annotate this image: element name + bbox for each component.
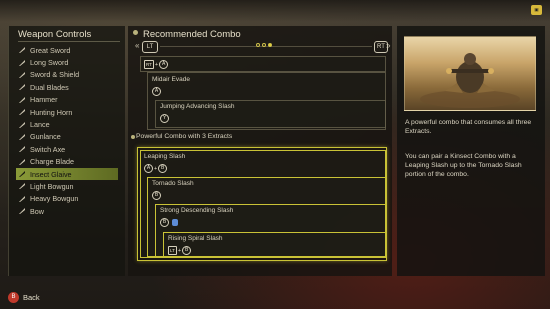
- weapon-item[interactable]: Sword & Shield: [16, 69, 118, 81]
- y-button-icon: Y: [160, 114, 169, 123]
- top-bar: [0, 0, 550, 22]
- light-bowgun-icon: [18, 182, 26, 190]
- combo-input: Y: [160, 114, 169, 123]
- b-button-icon: B: [182, 246, 192, 255]
- weapon-item[interactable]: Gunlance: [16, 131, 118, 143]
- weapon-item[interactable]: Lance: [16, 118, 118, 130]
- combo-input: RT + A: [144, 60, 169, 69]
- lt-prev-button[interactable]: LT: [142, 41, 158, 53]
- dual-blades-icon: [18, 83, 26, 91]
- b-button-icon: B: [158, 164, 168, 173]
- hammer-icon: [18, 96, 26, 104]
- heavy-bowgun-icon: [18, 195, 26, 203]
- notification-icon[interactable]: ▣: [531, 5, 542, 15]
- weapon-item[interactable]: Bow: [16, 205, 118, 217]
- kinsect-icon: [172, 219, 178, 226]
- combo-step-label: Rising Spiral Slash: [168, 235, 223, 242]
- rt-button-icon: RT: [144, 60, 154, 69]
- page-dot: [268, 43, 272, 47]
- chevron-right-icon: »: [386, 41, 391, 50]
- weapon-item[interactable]: Great Sword: [16, 44, 118, 56]
- weapon-item-label: Hammer: [30, 95, 58, 105]
- combo-preview-image: [404, 36, 536, 111]
- b-button-icon: B: [160, 218, 169, 227]
- weapon-item[interactable]: Heavy Bowgun: [16, 193, 118, 205]
- weapon-item-label: Charge Blade: [30, 157, 74, 167]
- weapon-item-label: Sword & Shield: [30, 70, 80, 80]
- page-dot: [262, 43, 266, 47]
- insect-glaive-icon: [18, 170, 26, 178]
- weapon-item[interactable]: Dual Blades: [16, 81, 118, 93]
- charge-blade-icon: [18, 158, 26, 166]
- combo-input: B: [152, 191, 161, 200]
- weapon-item-label: Heavy Bowgun: [30, 194, 79, 204]
- hunting-horn-icon: [18, 108, 26, 116]
- weapon-item-label: Great Sword: [30, 45, 71, 55]
- combo-description-2: You can pair a Kinsect Combo with a Leap…: [405, 153, 522, 178]
- b-button-icon: B: [152, 191, 161, 200]
- weapon-item[interactable]: Switch Axe: [16, 143, 118, 155]
- combo-description-1: A powerful combo that consumes all three…: [405, 119, 532, 135]
- page-dot: [256, 43, 260, 47]
- weapon-item[interactable]: Charge Blade: [16, 156, 118, 168]
- divider: [18, 41, 120, 42]
- weapon-item[interactable]: Hunting Horn: [16, 106, 118, 118]
- combo-input: A: [152, 87, 161, 96]
- hunter-preview-illustration: [420, 53, 520, 108]
- chevron-left-icon: «: [135, 41, 140, 50]
- combo-step-label: Leaping Slash: [144, 153, 186, 160]
- lt-button-icon: LT: [168, 246, 177, 255]
- long-sword-icon: [18, 59, 26, 67]
- combo-step-label: Jumping Advancing Slash: [160, 103, 235, 110]
- sword-shield-icon: [18, 71, 26, 79]
- weapon-item-label: Light Bowgun: [30, 181, 74, 191]
- plus-sign: +: [154, 61, 159, 68]
- weapon-item[interactable]: Light Bowgun: [16, 180, 118, 192]
- weapon-item-label: Lance: [30, 120, 50, 130]
- panel-title: Weapon Controls: [18, 29, 92, 40]
- weapon-item-label: Bow: [30, 206, 44, 216]
- plus-sign: +: [177, 247, 182, 254]
- weapon-item-label: Long Sword: [30, 58, 69, 68]
- combo-step-box: [140, 56, 386, 72]
- weapon-item-label: Dual Blades: [30, 82, 69, 92]
- title-bullet-icon: [133, 30, 138, 35]
- combo-step-label: Tornado Slash: [152, 180, 194, 187]
- combo-panel-title: Recommended Combo: [143, 29, 241, 40]
- weapon-item[interactable]: Long Sword: [16, 56, 118, 68]
- section-title: Powerful Combo with 3 Extracts: [136, 133, 233, 140]
- weapon-list: Great Sword Long Sword Sword & Shield Dual …: [16, 44, 118, 217]
- weapon-item-label: Switch Axe: [30, 144, 66, 154]
- plus-sign: +: [154, 165, 158, 172]
- b-button-icon: B: [8, 292, 19, 303]
- weapon-item[interactable]: Insect Glaive: [16, 167, 118, 181]
- switch-axe-icon: [18, 145, 26, 153]
- gunlance-icon: [18, 133, 26, 141]
- great-sword-icon: [18, 46, 26, 54]
- combo-input: B: [160, 218, 178, 227]
- section-bullet-icon: [131, 135, 135, 139]
- a-button-icon: A: [152, 87, 161, 96]
- combo-step-label: Midair Evade: [152, 76, 190, 83]
- back-label: Back: [23, 293, 40, 302]
- weapon-item[interactable]: Hammer: [16, 94, 118, 106]
- a-button-icon: A: [159, 60, 169, 69]
- page-indicator: [256, 43, 272, 47]
- combo-step-label: Strong Descending Slash: [160, 207, 234, 214]
- bow-icon: [18, 207, 26, 215]
- weapon-item-label: Hunting Horn: [30, 107, 73, 117]
- combo-input: LT + B: [168, 246, 192, 255]
- combo-input: A + B: [144, 164, 168, 173]
- weapon-item-label: Insect Glaive: [30, 169, 72, 179]
- back-button[interactable]: B Back: [8, 292, 40, 303]
- weapon-item-label: Gunlance: [30, 132, 61, 142]
- a-button-icon: A: [144, 164, 153, 173]
- lance-icon: [18, 121, 26, 129]
